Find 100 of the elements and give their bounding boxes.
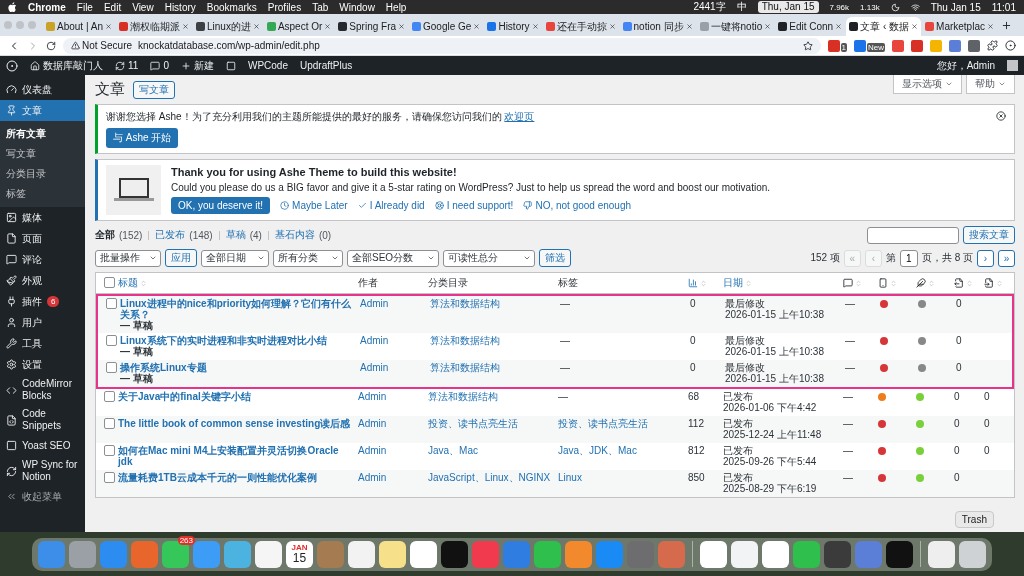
sidebar-item[interactable]: 页面 [0, 228, 85, 249]
notice-link[interactable]: NO, not good enough [523, 200, 632, 211]
add-new-button[interactable]: 写文章 [133, 80, 175, 99]
menu-item[interactable]: Bookmarks [206, 1, 257, 13]
notice-link[interactable]: Maybe Later [280, 200, 348, 211]
browser-tab[interactable]: notion 同步 [619, 17, 696, 36]
app-icon[interactable] [348, 540, 375, 568]
date-filter-select[interactable]: 全部日期 [201, 249, 269, 267]
app-icon[interactable] [410, 540, 437, 568]
speech-bubble-icon[interactable] [843, 278, 853, 288]
next-page-button[interactable]: › [977, 249, 994, 267]
dismiss-icon[interactable] [996, 111, 1006, 121]
row-checkbox[interactable] [106, 362, 117, 373]
sidebar-item[interactable]: CodeMirror Blocks [0, 375, 85, 405]
post-title-link[interactable]: Linux进程中的nice和priority如何理解？它们有什么关系？ [120, 298, 354, 320]
browser-tab[interactable]: Edit Conn [775, 17, 846, 36]
sidebar-item[interactable]: 媒体 [0, 207, 85, 228]
category-filter-select[interactable]: 所有分类 [273, 249, 343, 267]
author-link[interactable]: Admin [358, 391, 387, 402]
security-indicator[interactable]: Not Secure [71, 40, 133, 51]
feather-icon[interactable] [916, 278, 926, 288]
sidebar-item[interactable]: WP Sync for Notion [0, 456, 85, 486]
author-link[interactable]: Admin [358, 472, 387, 483]
last-page-button[interactable]: » [998, 249, 1015, 267]
close-icon[interactable] [608, 23, 616, 30]
row-checkbox[interactable] [106, 335, 117, 346]
close-icon[interactable] [835, 23, 843, 30]
profile-icon[interactable] [1005, 40, 1016, 51]
reload-icon[interactable] [46, 40, 56, 51]
category-links[interactable]: 算法和数据结构 [430, 362, 500, 373]
collapse-menu-button[interactable]: 收起菜单 [0, 486, 85, 507]
author-link[interactable]: Admin [360, 298, 389, 309]
rate-button[interactable]: OK, you deserve it! [171, 197, 271, 214]
browser-tab[interactable]: History [484, 17, 542, 36]
notice-link[interactable]: I need support! [434, 200, 514, 211]
apply-button[interactable]: 应用 [165, 249, 197, 267]
close-icon[interactable] [324, 23, 332, 30]
app-icon[interactable] [731, 540, 758, 568]
app-menu[interactable]: Chrome [28, 1, 66, 13]
sidebar-item[interactable]: 工具 [0, 333, 85, 354]
category-links[interactable]: Java、Mac [428, 445, 478, 456]
sidebar-item[interactable]: 设置 [0, 354, 85, 375]
category-links[interactable]: 算法和数据结构 [430, 335, 500, 346]
browser-tab[interactable]: Aspect Or [263, 17, 335, 36]
app-icon[interactable] [441, 540, 468, 568]
author-link[interactable]: Admin [360, 362, 389, 373]
sidebar-item[interactable]: 文章 [0, 100, 85, 121]
post-title-link[interactable]: 如何在Mac mini M4上安装配置并灵活切换Oracle jdk [118, 445, 352, 467]
row-checkbox[interactable] [106, 298, 117, 309]
close-icon[interactable] [398, 23, 406, 30]
seo-filter-select[interactable]: 全部SEO分数 [347, 249, 439, 267]
extension-icon[interactable] [892, 39, 904, 52]
app-icon[interactable] [700, 540, 727, 568]
search-button[interactable]: 搜索文章 [963, 226, 1015, 244]
notice-link[interactable]: I Already did [357, 200, 425, 211]
menu-item[interactable]: History [164, 1, 196, 13]
get-started-button[interactable]: 与 Ashe 开始 [106, 128, 179, 148]
filter-button[interactable]: 筛选 [539, 249, 571, 267]
plugin-menu-link[interactable]: WPCode [247, 60, 288, 71]
browser-tab[interactable]: Marketplac [922, 17, 997, 36]
welcome-page-link[interactable]: 欢迎页 [504, 111, 535, 122]
close-icon[interactable] [685, 23, 693, 30]
app-icon[interactable]: JAN 15 [286, 540, 313, 568]
status-filter-link[interactable]: 全部 [95, 228, 115, 242]
outgoing-link-icon[interactable] [954, 278, 964, 288]
app-icon[interactable] [224, 540, 251, 568]
sidebar-item[interactable]: 外观 [0, 270, 85, 291]
column-header[interactable]: 标题 [118, 276, 138, 290]
category-links[interactable]: 算法和数据结构 [430, 298, 500, 309]
trash-icon[interactable] [959, 540, 986, 568]
row-checkbox[interactable] [104, 418, 115, 429]
post-title-link[interactable]: 关于Java中的final关键字小结 [118, 391, 352, 402]
input-method-indicator[interactable]: 中 [736, 0, 747, 14]
author-link[interactable]: Admin [358, 445, 387, 456]
sidebar-item[interactable]: 插件 6 [0, 291, 85, 312]
account-greeting[interactable]: 您好，Admin [936, 58, 995, 73]
row-checkbox[interactable] [104, 445, 115, 456]
extensions-icon[interactable] [987, 40, 998, 51]
close-icon[interactable] [104, 23, 112, 30]
browser-tab[interactable]: Linux的进 [192, 17, 263, 36]
plugin-menu-link[interactable]: UpdraftPlus [299, 60, 353, 71]
browser-tab[interactable]: 潮权临期派 [115, 17, 192, 36]
close-icon[interactable] [531, 23, 539, 30]
menu-item[interactable]: Help [385, 1, 407, 13]
help-button[interactable]: 帮助 [966, 75, 1015, 94]
app-icon[interactable] [255, 540, 282, 568]
sidebar-item[interactable]: Yoast SEO [0, 435, 85, 456]
row-checkbox[interactable] [104, 391, 115, 402]
submenu-item[interactable]: 所有文章 [0, 124, 85, 144]
bookmark-star-icon[interactable] [802, 40, 813, 51]
select-all-checkbox[interactable] [104, 276, 115, 288]
readability-filter-select[interactable]: 可读性总分 [443, 249, 535, 267]
app-icon[interactable] [379, 540, 406, 568]
status-filter-link[interactable]: 草稿 [225, 228, 246, 242]
submenu-item[interactable]: 标签 [0, 184, 85, 204]
menu-item[interactable]: View [132, 1, 154, 13]
post-title-link[interactable]: 流量耗费1TB云成本千元的一则性能优化案例 [118, 472, 352, 483]
page-number-field[interactable]: 1 [899, 249, 918, 267]
browser-tab[interactable]: Google Ge [409, 17, 484, 36]
post-title-link[interactable]: Linux系统下的实时进程和非实时进程对比小结 [120, 335, 354, 346]
